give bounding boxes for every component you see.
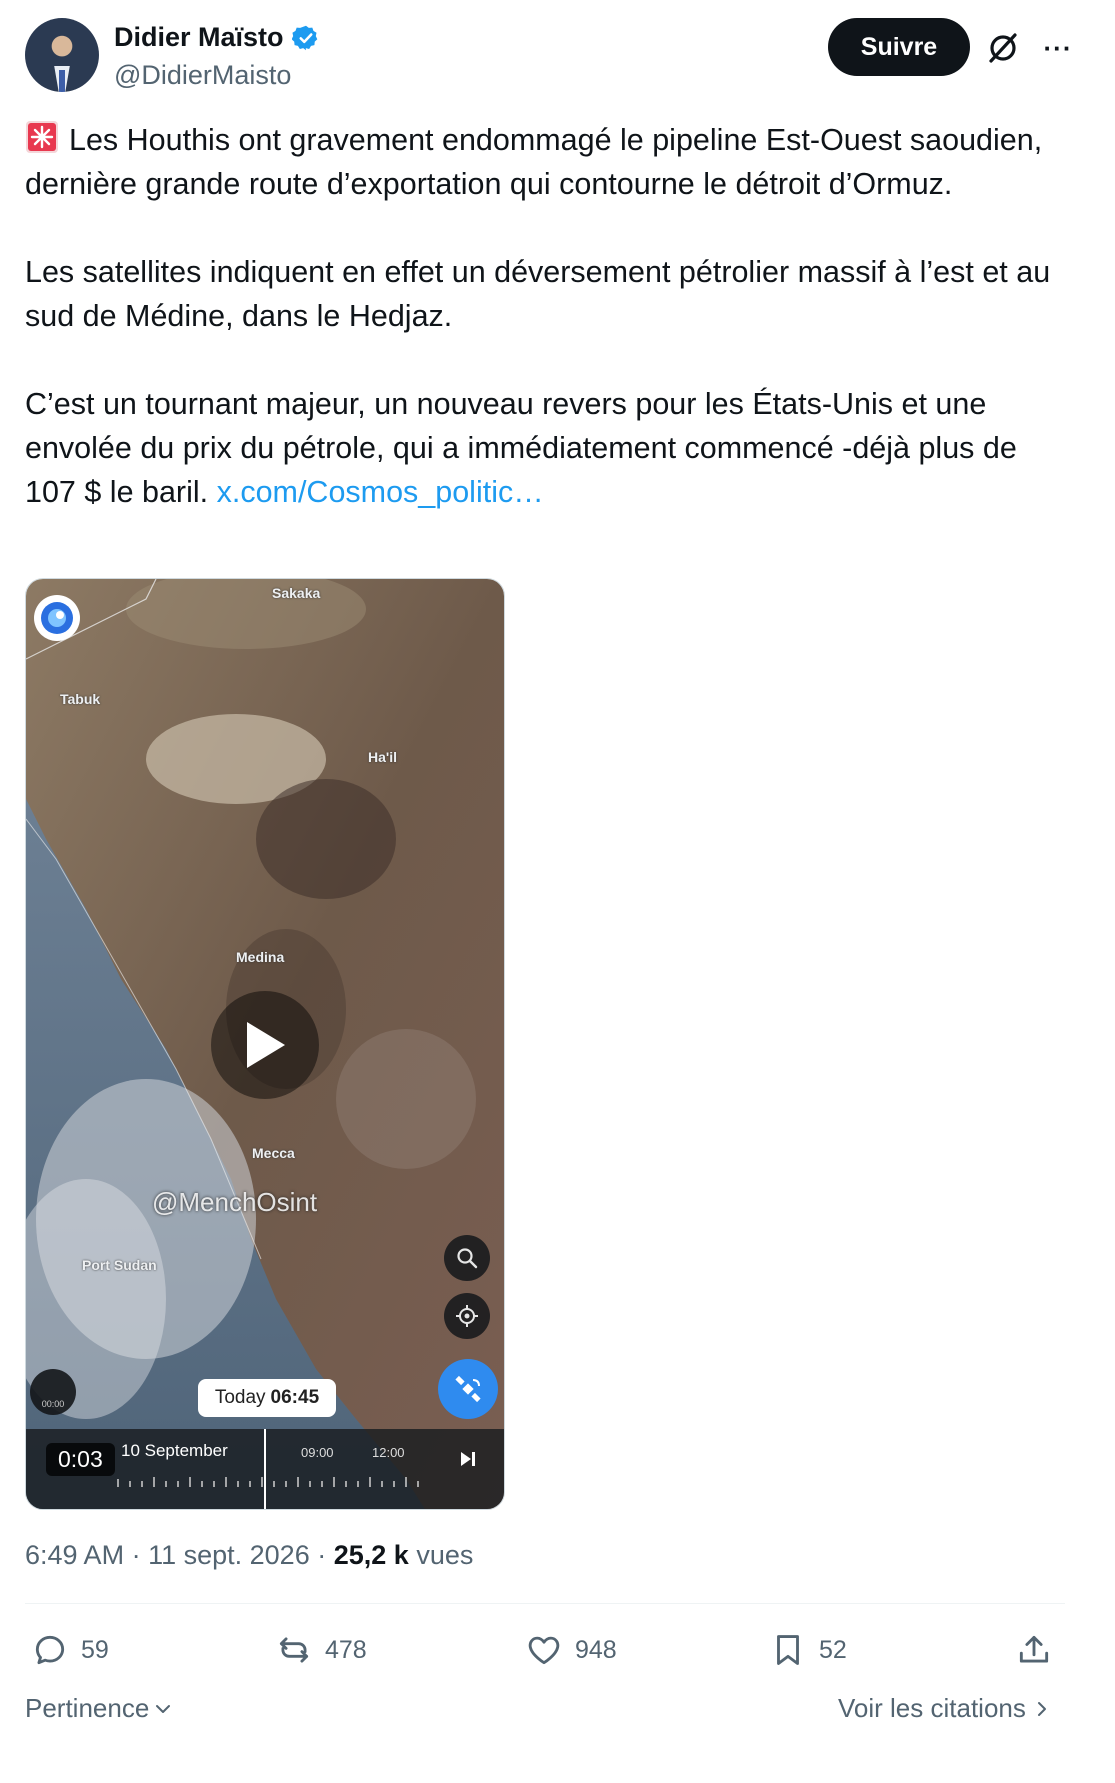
grok-icon[interactable] [985,30,1021,66]
map-label-sakaka: Sakaka [272,585,321,601]
views-count: 25,2 k [333,1540,409,1570]
more-options-icon[interactable]: ··· [1040,30,1076,66]
sort-label: Pertinence [25,1693,150,1723]
sort-selector[interactable]: Pertinence [25,1693,173,1724]
map-search-button[interactable] [444,1235,490,1281]
share-icon [1019,1635,1049,1663]
tweet-paragraph-3: C’est un tournant majeur, un nouveau rev… [25,382,1075,514]
author-handle[interactable]: @DidierMaisto [114,60,291,91]
tweet-date[interactable]: 11 sept. 2026 [148,1540,310,1570]
bookmark-icon [777,1635,799,1665]
like-button[interactable]: 948 [525,1625,617,1675]
meta-separator-1: · [131,1540,149,1570]
map-label-medina: Medina [236,949,285,965]
layer-toggle-label: 00:00 [41,1399,65,1409]
verified-badge-icon [291,25,317,50]
tweet-header: Didier Maïsto @DidierMaisto Suivre ··· [25,18,1085,98]
like-count: 948 [575,1635,617,1664]
tweet-time[interactable]: 6:49 AM [25,1540,124,1570]
timeline-hour-2: 12:00 [372,1445,405,1460]
map-label-port-sudan: Port Sudan [82,1257,157,1273]
map-label-tabuk: Tabuk [60,691,101,707]
tweet-meta: 6:49 AM · 11 sept. 2026 · 25,2 k vues [25,1540,473,1571]
follow-button[interactable]: Suivre [828,18,970,76]
reply-icon [35,1635,65,1665]
time-tooltip: Today 06:45 [198,1379,336,1417]
view-quotes-label: Voir les citations [838,1693,1026,1723]
bookmark-count: 52 [819,1635,847,1664]
timeline-date: 10 September [121,1441,228,1460]
reply-count: 59 [81,1635,109,1664]
bookmark-button[interactable]: 52 [769,1625,847,1675]
crosshair-icon [456,1305,478,1327]
skip-next-icon[interactable] [458,1449,478,1469]
timeline-hour-1: 09:00 [301,1445,334,1460]
video-duration: 0:03 [46,1443,115,1476]
reply-button[interactable]: 59 [31,1625,109,1675]
play-button[interactable] [211,991,319,1099]
satellite-layer-button[interactable] [438,1359,498,1419]
repost-icon [279,1637,309,1663]
search-icon [457,1248,478,1269]
repost-count: 478 [325,1635,367,1664]
author-name[interactable]: Didier Maïsto [114,22,284,53]
view-quotes-link[interactable]: Voir les citations [838,1693,1050,1724]
chevron-down-icon [156,1704,171,1713]
quoted-link[interactable]: x.com/Cosmos_politic… [217,475,544,509]
satellite-icon [455,1375,481,1403]
siren-icon [26,121,58,153]
timeline-cursor[interactable] [264,1429,266,1509]
video-player[interactable]: Sakaka Tabuk Ha'il Medina Mecca Port Sud… [25,578,505,1510]
tweet-text: Les Houthis ont gravement endommagé le p… [25,118,1075,514]
timeline-ticks [117,1477,419,1487]
tweet-paragraph-2: Les satellites indiquent en effet un dév… [25,255,1051,333]
time-tooltip-prefix: Today [214,1387,266,1408]
locate-button[interactable] [444,1293,490,1339]
layer-toggle-button[interactable]: 00:00 [30,1369,76,1415]
map-label-hail: Ha'il [368,749,398,765]
avatar-tie [59,70,65,92]
share-button[interactable] [1015,1625,1053,1675]
tweet-paragraph-1: Les Houthis ont gravement endommagé le p… [25,118,1075,206]
heart-icon [528,1636,560,1665]
tweet-paragraph-1-text: Les Houthis ont gravement endommagé le p… [25,123,1043,201]
views-label: vues [416,1540,474,1570]
app-logo-icon [34,595,80,641]
meta-separator-2: · [317,1540,334,1570]
play-icon [247,1022,285,1068]
avatar[interactable] [25,18,99,92]
time-tooltip-value: 06:45 [270,1387,320,1408]
watermark: @MenchOsint [152,1187,318,1217]
author-name-row: Didier Maïsto [114,22,320,53]
action-bar: 59 478 948 52 [25,1625,1065,1675]
repost-button[interactable]: 478 [275,1625,367,1675]
chevron-right-icon [1037,1701,1046,1716]
divider [25,1603,1065,1604]
map-label-mecca: Mecca [252,1145,295,1161]
